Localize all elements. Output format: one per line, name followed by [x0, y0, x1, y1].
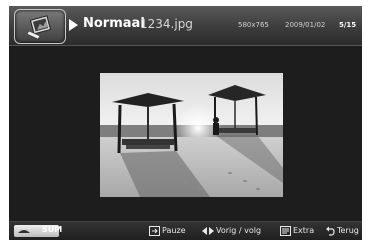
pause-label: Pauze — [162, 226, 186, 235]
remote-key-icon — [18, 230, 30, 233]
image-resolution: 580x765 — [238, 21, 269, 29]
beach-huts-photo — [100, 73, 283, 197]
prev-next-hint[interactable]: Vorig / volg — [202, 225, 261, 237]
image-date: 2009/01/02 — [285, 21, 326, 29]
play-arrow-icon — [69, 19, 78, 31]
tools-icon — [280, 226, 291, 236]
photo-frame-icon — [14, 9, 66, 44]
pause-icon — [149, 226, 160, 236]
view-mode-label: Normaal — [83, 16, 145, 31]
file-name: 1234.jpg — [140, 17, 193, 31]
back-hint[interactable]: Terug — [326, 225, 359, 237]
back-label: Terug — [337, 226, 359, 235]
photo-viewer-screen: Normaal 1234.jpg 580x765 2009/01/02 5/15 — [9, 6, 362, 240]
image-counter: 5/15 — [339, 21, 357, 29]
extra-hint[interactable]: Extra — [280, 225, 314, 237]
sum-label: SUM — [42, 225, 63, 234]
header-bar: Normaal 1234.jpg 580x765 2009/01/02 5/15 — [9, 6, 362, 46]
return-arrow-icon — [326, 226, 335, 236]
extra-label: Extra — [293, 226, 315, 235]
footer-bar: SUM Pauze Vorig / volg Extra Terug — [9, 221, 362, 240]
pause-hint[interactable]: Pauze — [149, 225, 186, 237]
left-right-arrows-icon — [202, 227, 214, 235]
prev-next-label: Vorig / volg — [216, 226, 262, 235]
